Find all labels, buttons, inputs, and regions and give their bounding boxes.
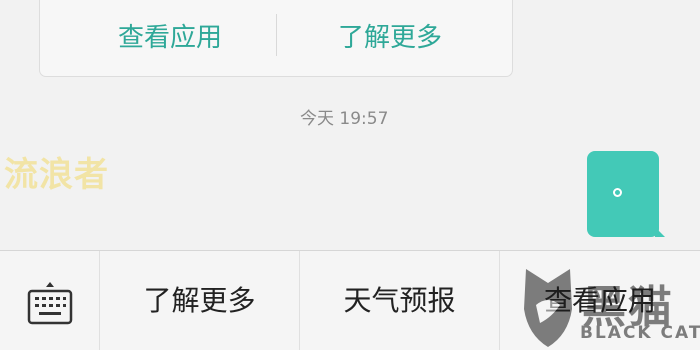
black-cat-watermark: 黑猫 BLACK CAT [522,265,700,350]
sent-message-bubble[interactable] [587,151,665,237]
chat-screen: 查看应用 了解更多 今天 19:57 流浪者 了解更多 天气预报 查看应用 黑猫… [0,0,700,350]
keyboard-toggle-button[interactable] [0,251,100,350]
card-divider [276,14,277,56]
message-card: 查看应用 了解更多 [39,0,513,77]
menu-learn-more[interactable]: 了解更多 [100,251,300,350]
message-timestamp: 今天 19:57 [300,109,389,129]
circle-dot-icon [613,188,622,197]
view-app-link[interactable]: 查看应用 [100,20,240,56]
wanderer-watermark: 流浪者 [4,155,109,195]
learn-more-link[interactable]: 了解更多 [320,20,460,56]
menu-weather-forecast[interactable]: 天气预报 [300,251,500,350]
bubble-tail [655,227,665,237]
keyboard-icon [27,282,73,325]
cat-shield-icon [524,269,572,347]
brand-en-text: BLACK CAT [580,323,700,343]
